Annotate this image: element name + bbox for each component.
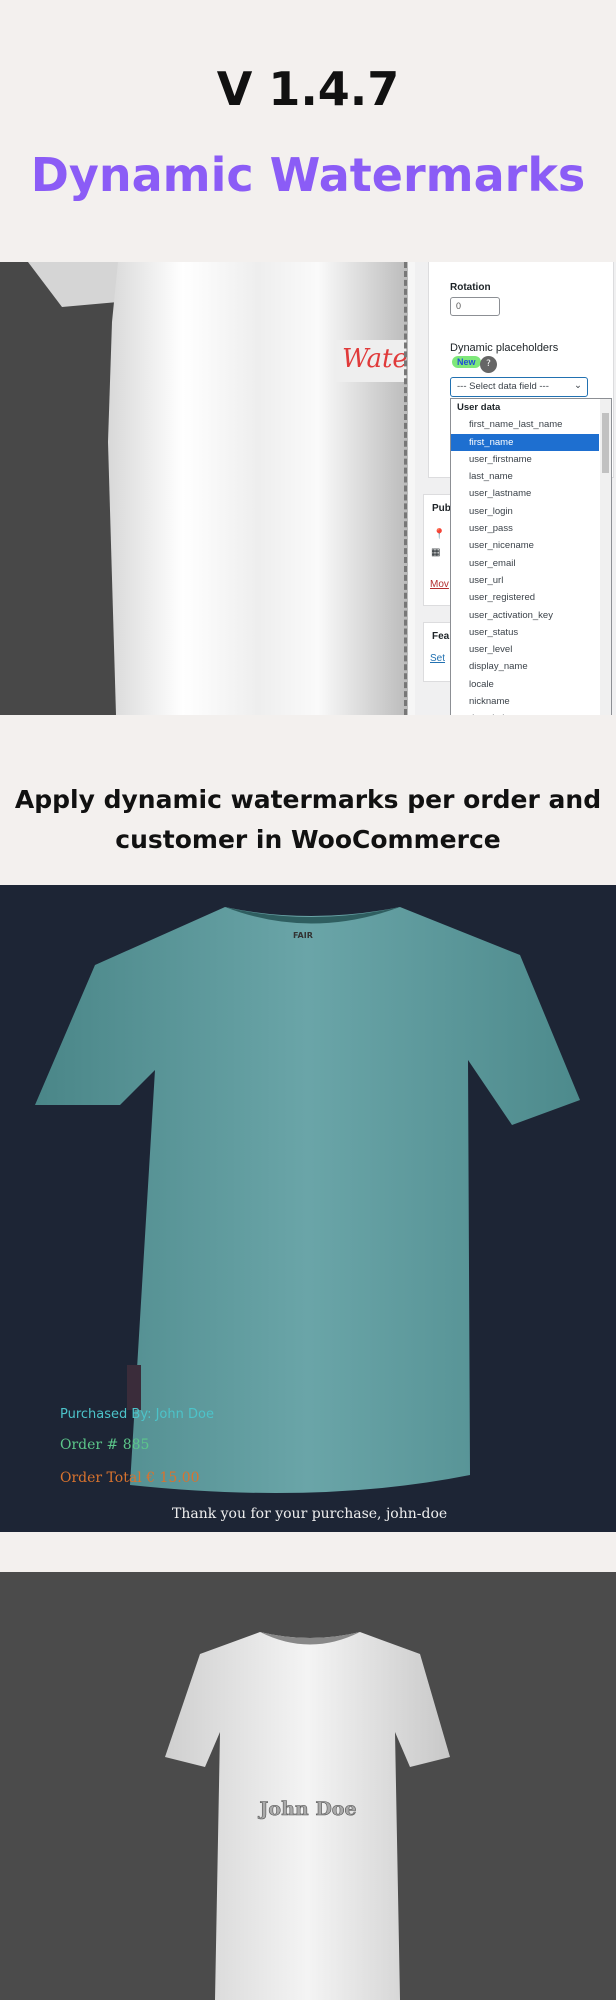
- featured-image-box: Fea Set: [423, 622, 453, 682]
- dropdown-option[interactable]: user_url: [451, 572, 611, 589]
- tshirt-closeup-image: [28, 262, 408, 715]
- crop-boundary[interactable]: [404, 262, 407, 715]
- dropdown-option[interactable]: user_activation_key: [451, 607, 611, 624]
- featured-label: Fea: [432, 631, 450, 642]
- purchased-by-watermark: Purchased By: John Doe: [60, 1407, 214, 1422]
- help-icon[interactable]: ?: [480, 356, 497, 373]
- settings-panel: Pub 📍 ▦ Mov Fea Set Rotation 0 Dynamic p…: [415, 262, 616, 715]
- dropdown-option[interactable]: user_login: [451, 503, 611, 520]
- tagline-line-1: Apply dynamic watermarks per order and: [14, 785, 602, 814]
- dropdown-option[interactable]: user_nicename: [451, 537, 611, 554]
- brand-label: FAIR: [293, 931, 313, 940]
- order-total-watermark: Order Total € 15.00: [60, 1470, 200, 1486]
- rotation-input[interactable]: 0: [450, 297, 500, 316]
- version-heading: V 1.4.7: [216, 62, 400, 116]
- dropdown-option[interactable]: user_status: [451, 624, 611, 641]
- calendar-icon: ▦: [431, 547, 441, 558]
- set-featured-link[interactable]: Set: [430, 653, 445, 664]
- dropdown-option[interactable]: first_name: [451, 433, 599, 451]
- watermark-preview: Water: [336, 340, 406, 382]
- name-watermark-demo: John Doe: [0, 1572, 616, 2000]
- page-title: Dynamic Watermarks: [30, 148, 586, 202]
- name-watermark: John Doe: [259, 1798, 357, 1821]
- thank-you-watermark: Thank you for your purchase, john-doe: [172, 1506, 448, 1522]
- editor-screenshot: Water Pub 📍 ▦ Mov Fea Set Rotation 0 Dyn…: [0, 262, 616, 715]
- new-badge: New: [452, 356, 481, 368]
- dropdown-option[interactable]: last_name: [451, 468, 611, 485]
- dropdown-option[interactable]: display_name: [451, 658, 611, 675]
- dropdown-option[interactable]: locale: [451, 676, 611, 693]
- data-field-select[interactable]: --- Select data field --- ⌄: [450, 377, 588, 397]
- chevron-down-icon: ⌄: [574, 380, 582, 391]
- white-tshirt-image: [165, 1632, 450, 2000]
- move-to-trash-link[interactable]: Mov: [430, 579, 449, 590]
- dropdown-option[interactable]: description: [451, 710, 611, 715]
- publish-label: Pub: [432, 503, 451, 514]
- select-value: --- Select data field ---: [457, 381, 549, 392]
- publish-box: Pub 📍 ▦ Mov: [423, 494, 453, 606]
- dropdown-option[interactable]: first_name_last_name: [451, 416, 611, 433]
- dropdown-option[interactable]: user_firstname: [451, 451, 611, 468]
- watermark-text: Water: [342, 344, 406, 374]
- tagline-line-2: customer in WooCommerce: [115, 825, 501, 854]
- tagline: Apply dynamic watermarks per order and c…: [0, 780, 616, 860]
- data-field-dropdown: User data first_name_last_name first_name…: [450, 398, 612, 715]
- dropdown-option[interactable]: user_registered: [451, 589, 611, 606]
- dropdown-option[interactable]: user_level: [451, 641, 611, 658]
- teal-tshirt-image: [35, 907, 580, 1493]
- dropdown-option[interactable]: nickname: [451, 693, 611, 710]
- scrollbar[interactable]: [600, 399, 611, 715]
- rotation-label: Rotation: [450, 282, 491, 293]
- option-group-label: User data: [457, 402, 501, 413]
- pin-icon: 📍: [433, 529, 446, 540]
- dropdown-option[interactable]: user_email: [451, 555, 611, 572]
- dropdown-option[interactable]: user_pass: [451, 520, 611, 537]
- dropdown-option[interactable]: user_lastname: [451, 485, 611, 502]
- order-watermark-demo: FAIR Purchased By: John Doe Order # 885 …: [0, 885, 616, 1532]
- order-number-watermark: Order # 885: [60, 1437, 150, 1453]
- placeholders-label: Dynamic placeholders: [450, 342, 559, 354]
